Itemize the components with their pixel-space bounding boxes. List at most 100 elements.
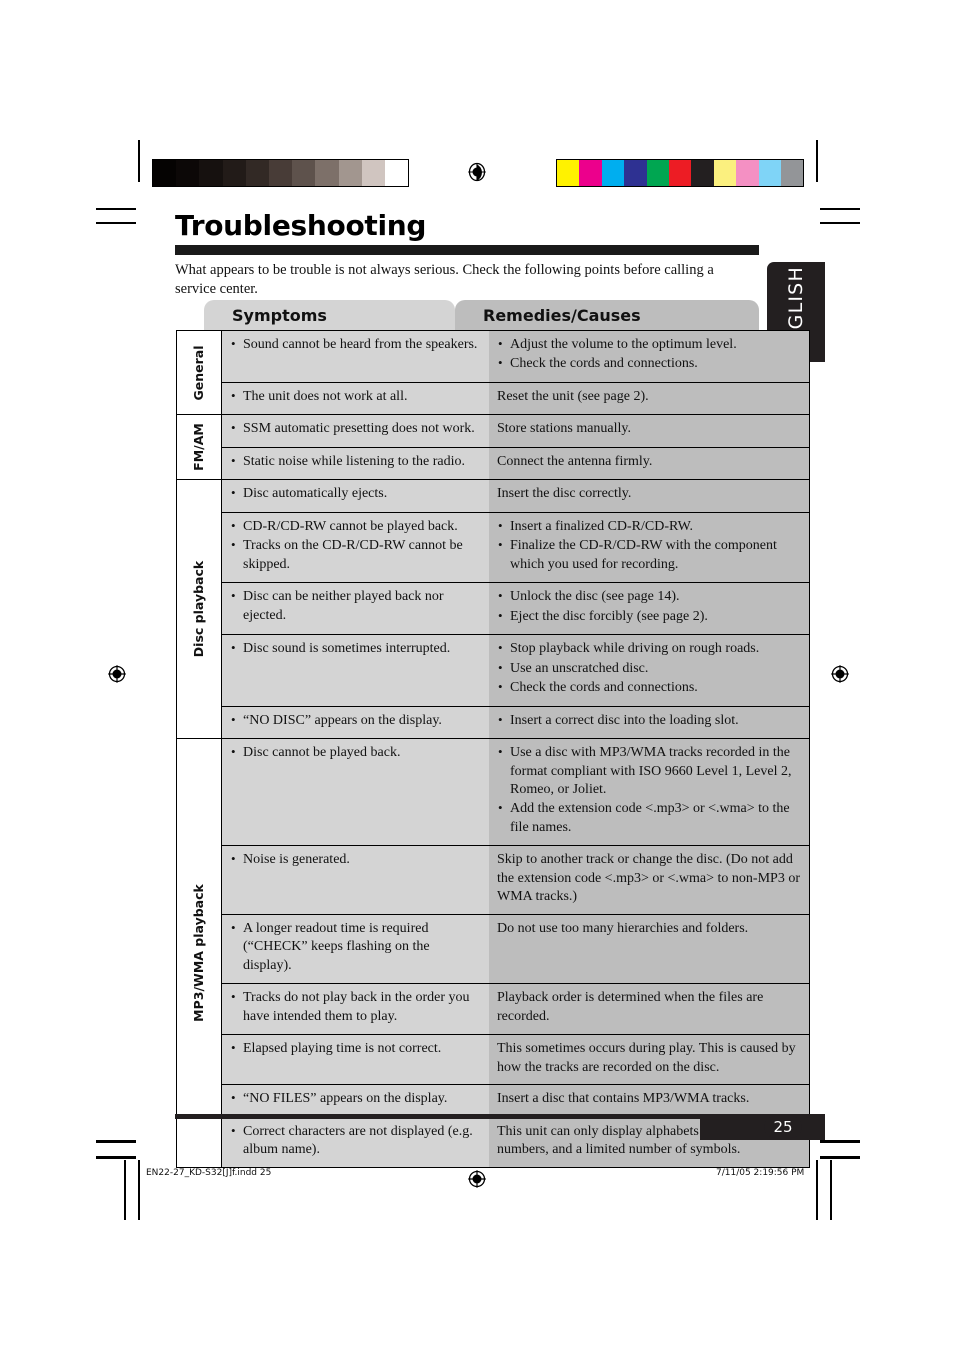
- bullet-list: Tracks do not play back in the order you…: [230, 988, 481, 1026]
- footer-rule: [175, 1114, 759, 1119]
- crop-mark-top-right-v: [816, 140, 818, 182]
- bullet-list: Elapsed playing time is not correct.: [230, 1039, 481, 1058]
- crop-mark-bottom-left-h: [96, 1140, 136, 1143]
- bullet-list: Adjust the volume to the optimum level.C…: [497, 335, 801, 374]
- remedy-cell: Playback order is determined when the fi…: [489, 983, 810, 1035]
- gray-swatch-2: [199, 160, 223, 186]
- intro-paragraph: What appears to be trouble is not always…: [175, 262, 714, 298]
- color-swatch-2: [601, 160, 625, 186]
- crop-mark-top-right-h: [820, 208, 860, 210]
- bullet-list: Insert a finalized CD-R/CD-RW.Finalize t…: [497, 517, 801, 574]
- table-row: Disc can be neither played back nor ejec…: [177, 582, 810, 635]
- table-row: A longer readout time is required (“CHEC…: [177, 913, 810, 984]
- list-item: Correct characters are not displayed (e.…: [230, 1122, 481, 1160]
- list-item: A longer readout time is required (“CHEC…: [230, 919, 481, 975]
- list-item: Unlock the disc (see page 14).: [497, 587, 801, 606]
- bullet-list: Use a disc with MP3/WMA tracks recorded …: [497, 743, 801, 837]
- list-item: Tracks on the CD-R/CD-RW cannot be skipp…: [230, 536, 481, 574]
- crop-mark-top-left-h: [96, 208, 136, 210]
- table-row: “NO DISC” appears on the display. Insert …: [177, 705, 810, 739]
- troubleshooting-table: General Sound cannot be heard from the sp…: [176, 329, 810, 1169]
- grayscale-calibration-ramp: [152, 159, 410, 187]
- title-underline-rule: [175, 245, 759, 255]
- bullet-list: Disc can be neither played back nor ejec…: [230, 587, 481, 625]
- remedy-cell: Use a disc with MP3/WMA tracks recorded …: [489, 738, 810, 846]
- page-number: 25: [764, 1116, 802, 1138]
- bullet-list: Insert a correct disc into the loading s…: [497, 711, 801, 730]
- cell-text: Skip to another track or change the disc…: [497, 852, 800, 905]
- list-item: “NO FILES” appears on the display.: [230, 1089, 481, 1108]
- table-row: The unit does not work at all. Reset the …: [177, 381, 810, 415]
- color-swatch-1: [579, 160, 602, 186]
- bullet-list: CD-R/CD-RW cannot be played back.Tracks …: [230, 517, 481, 574]
- list-item: “NO DISC” appears on the display.: [230, 711, 481, 730]
- bullet-list: A longer readout time is required (“CHEC…: [230, 919, 481, 975]
- table-row: Disc sound is sometimes interrupted. Stop…: [177, 634, 810, 707]
- remedy-cell: Connect the antenna firmly.: [489, 446, 810, 480]
- crop-mark-bottom-left-h2: [96, 1156, 136, 1159]
- color-swatch-0: [557, 160, 580, 186]
- gray-swatch-5: [268, 160, 293, 186]
- color-swatch-9: [758, 160, 781, 186]
- crop-mark-bottom-left-v2: [124, 1160, 126, 1220]
- list-item: Disc sound is sometimes interrupted.: [230, 639, 481, 658]
- symptom-cell: Disc sound is sometimes interrupted.: [221, 634, 489, 707]
- bullet-list: Unlock the disc (see page 14).Eject the …: [497, 587, 801, 626]
- symptom-cell: “NO FILES” appears on the display.: [221, 1084, 489, 1118]
- registration-mark-top: [466, 161, 488, 183]
- remedy-cell: Stop playback while driving on rough roa…: [489, 634, 810, 707]
- list-item: SSM automatic presetting does not work.: [230, 419, 481, 438]
- crop-mark-bottom-left-v: [138, 1160, 140, 1220]
- bullet-list: SSM automatic presetting does not work.: [230, 419, 481, 438]
- list-item: Check the cords and connections.: [497, 678, 801, 697]
- list-item: Add the extension code <.mp3> or <.wma> …: [497, 799, 801, 837]
- remedy-cell: Insert a finalized CD-R/CD-RW.Finalize t…: [489, 511, 810, 583]
- cell-text: Reset the unit (see page 2).: [497, 388, 649, 404]
- footer-file-name: EN22-27_KD-S32[J]f.indd 25: [146, 1168, 272, 1178]
- bullet-list: “NO FILES” appears on the display.: [230, 1089, 481, 1108]
- list-item: Check the cords and connections.: [497, 354, 801, 373]
- category-label: Disc playback: [190, 560, 206, 658]
- table-row: Noise is generated. Skip to another track…: [177, 845, 810, 915]
- symptom-cell: Disc can be neither played back nor ejec…: [221, 582, 489, 635]
- table-row: General Sound cannot be heard from the sp…: [176, 329, 810, 415]
- category-label: FM/AM: [190, 423, 206, 472]
- symptom-cell: Sound cannot be heard from the speakers.: [221, 330, 489, 383]
- symptom-cell: Tracks do not play back in the order you…: [221, 983, 489, 1035]
- bullet-list: Disc automatically ejects.: [230, 484, 481, 503]
- registration-mark-left: [106, 663, 128, 685]
- list-item: Tracks do not play back in the order you…: [230, 988, 481, 1026]
- remedy-cell: Store stations manually.: [489, 414, 810, 448]
- page-title: Troubleshooting: [175, 209, 427, 242]
- gray-swatch-3: [222, 160, 246, 186]
- list-item: Stop playback while driving on rough roa…: [497, 639, 801, 658]
- list-item: Eject the disc forcibly (see page 2).: [497, 607, 801, 626]
- remedy-cell: Insert a correct disc into the loading s…: [489, 705, 810, 739]
- gray-swatch-8: [338, 160, 362, 186]
- cell-text: Do not use too many hierarchies and fold…: [497, 920, 749, 936]
- symptom-cell: Correct characters are not displayed (e.…: [221, 1116, 489, 1168]
- list-item: Insert a finalized CD-R/CD-RW.: [497, 517, 801, 536]
- table-row: CD-R/CD-RW cannot be played back.Tracks …: [177, 511, 810, 583]
- table-row: MP3/WMA playback Disc cannot be played ba…: [176, 738, 810, 1168]
- bullet-list: Static noise while listening to the radi…: [230, 452, 481, 471]
- footer-timestamp: 7/11/05 2:19:56 PM: [716, 1168, 805, 1178]
- remedy-cell: Adjust the volume to the optimum level.C…: [489, 330, 810, 383]
- symptom-cell: Noise is generated.: [221, 845, 489, 915]
- bullet-list: Stop playback while driving on rough roa…: [497, 639, 801, 697]
- list-item: Use a disc with MP3/WMA tracks recorded …: [497, 743, 801, 799]
- category-cell: Disc playback: [176, 479, 222, 739]
- category-label: MP3/WMA playback: [190, 884, 206, 1023]
- list-item: Static noise while listening to the radi…: [230, 452, 481, 471]
- list-item: The unit does not work at all.: [230, 387, 481, 406]
- bullet-list: The unit does not work at all.: [230, 387, 481, 406]
- color-swatch-5: [668, 160, 692, 186]
- bullet-list: “NO DISC” appears on the display.: [230, 711, 481, 730]
- gray-swatch-0: [153, 160, 177, 186]
- cell-text: Insert the disc correctly.: [497, 486, 632, 502]
- color-calibration-bar: [556, 159, 805, 187]
- page-number-bar: [700, 1114, 825, 1140]
- gray-swatch-6: [292, 160, 316, 186]
- color-swatch-8: [736, 160, 759, 186]
- table-row: FM/AM SSM automatic presetting does not w…: [176, 414, 810, 480]
